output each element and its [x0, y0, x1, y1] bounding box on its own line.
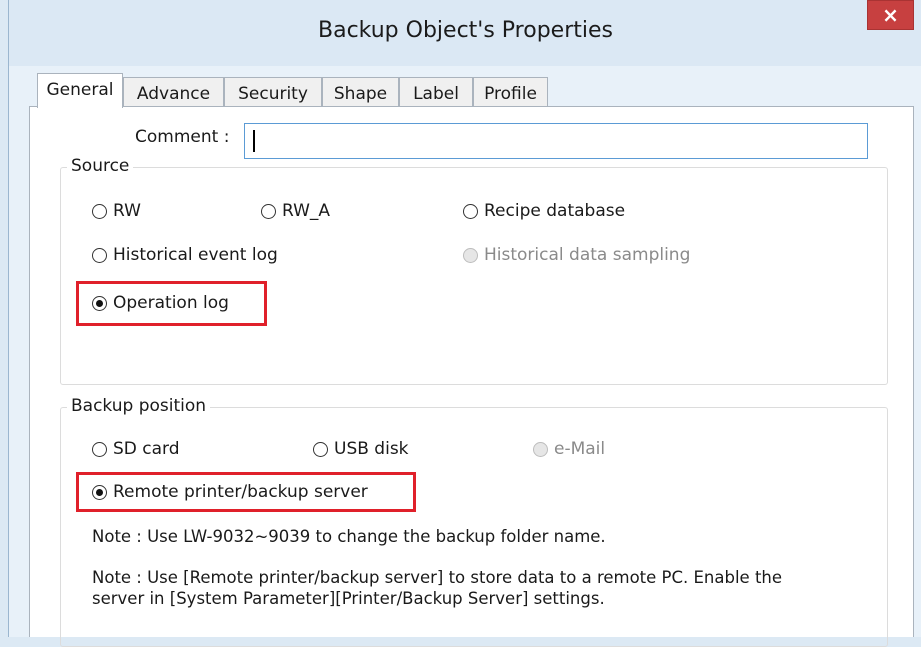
radio-circle — [92, 247, 107, 263]
tab-shape[interactable]: Shape — [322, 77, 399, 107]
radio-sd-card[interactable]: SD card — [92, 439, 180, 459]
radio-usb-disk[interactable]: USB disk — [313, 439, 409, 459]
general-tab-panel: Comment : Source RW RW_A Recipe database… — [29, 106, 914, 647]
radio-label: USB disk — [334, 439, 409, 459]
radio-historical-event-log[interactable]: Historical event log — [92, 245, 278, 265]
source-group-title: Source — [67, 156, 134, 176]
close-button[interactable]: × — [867, 0, 914, 30]
close-icon: × — [882, 3, 899, 27]
tab-profile[interactable]: Profile — [473, 77, 548, 107]
title-bar: Backup Object's Properties × — [9, 0, 921, 66]
radio-label: Remote printer/backup server — [113, 482, 368, 502]
radio-circle — [92, 441, 107, 457]
radio-label: SD card — [113, 439, 180, 459]
text-cursor — [253, 130, 255, 152]
tab-general[interactable]: General — [37, 73, 123, 108]
radio-label: Recipe database — [484, 201, 626, 221]
source-group — [60, 167, 888, 385]
radio-label: RW — [113, 201, 141, 221]
comment-input[interactable] — [244, 123, 868, 159]
radio-label: Historical data sampling — [484, 245, 691, 265]
radio-circle — [92, 295, 107, 311]
note-remote-pc-line1: Note : Use [Remote printer/backup server… — [92, 568, 783, 587]
backup-position-group-title: Backup position — [67, 396, 211, 416]
note-remote-pc-line2: server in [System Parameter][Printer/Bac… — [92, 589, 605, 608]
window-title: Backup Object's Properties — [318, 18, 613, 43]
note-folder-name: Note : Use LW-9032~9039 to change the ba… — [92, 527, 606, 546]
radio-rw-a[interactable]: RW_A — [261, 201, 330, 221]
radio-operation-log[interactable]: Operation log — [92, 293, 229, 313]
radio-circle — [92, 203, 107, 219]
radio-circle — [463, 203, 478, 219]
radio-label: e-Mail — [554, 439, 606, 459]
tab-advance[interactable]: Advance — [123, 77, 224, 107]
radio-label: RW_A — [282, 201, 331, 221]
radio-historical-data-sampling: Historical data sampling — [463, 245, 690, 265]
radio-circle — [92, 484, 107, 500]
radio-rw[interactable]: RW — [92, 201, 141, 221]
radio-label: Operation log — [113, 293, 229, 313]
radio-circle — [261, 203, 276, 219]
radio-recipe-database[interactable]: Recipe database — [463, 201, 625, 221]
radio-circle — [533, 441, 548, 457]
radio-e-mail: e-Mail — [533, 439, 605, 459]
comment-label: Comment : — [135, 127, 230, 147]
dialog-window: Backup Object's Properties × General Adv… — [8, 0, 921, 647]
radio-label: Historical event log — [113, 245, 278, 265]
radio-remote-printer-backup-server[interactable]: Remote printer/backup server — [92, 482, 368, 502]
tab-label[interactable]: Label — [399, 77, 473, 107]
radio-circle — [463, 247, 478, 263]
tab-security[interactable]: Security — [224, 77, 322, 107]
radio-circle — [313, 441, 328, 457]
